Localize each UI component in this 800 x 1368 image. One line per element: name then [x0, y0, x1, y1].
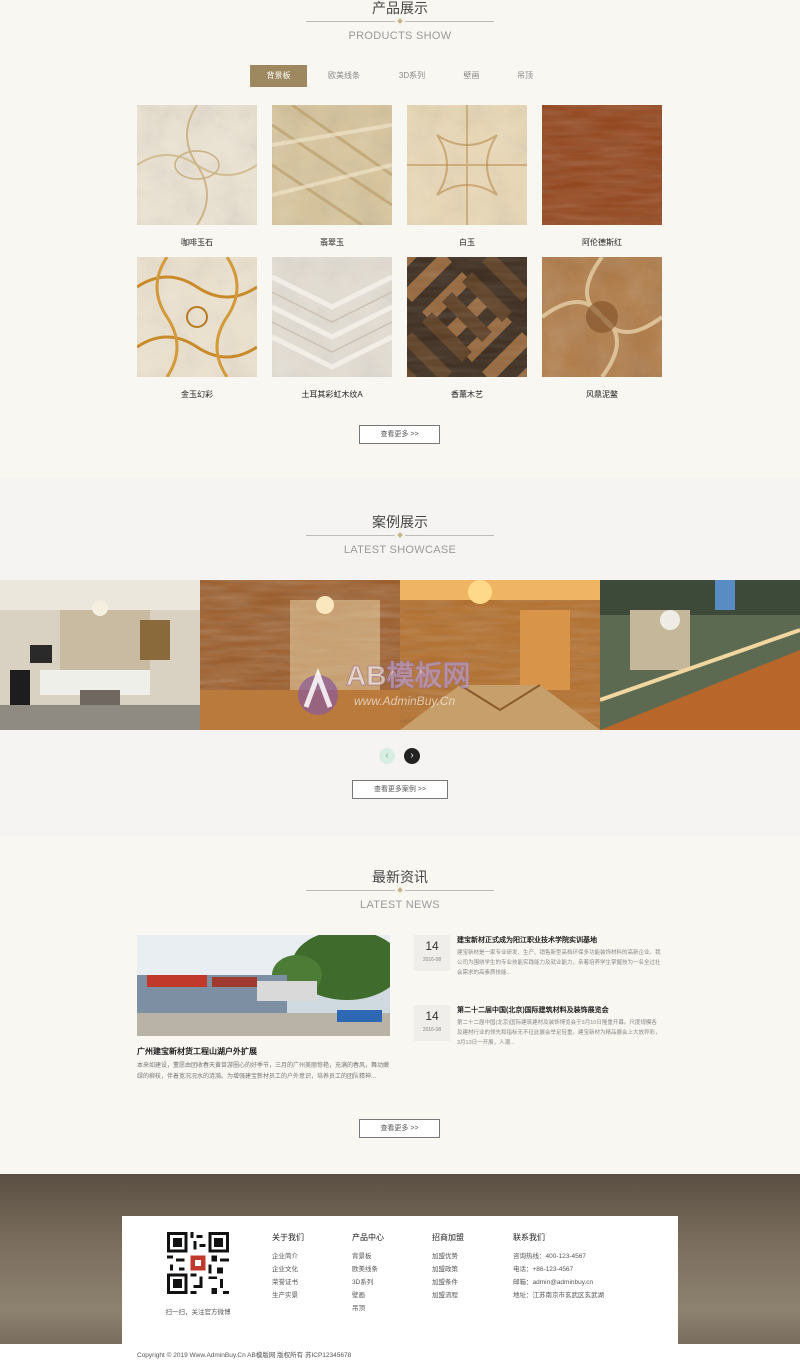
showcase-title-cn: 案例展示	[372, 514, 428, 530]
footer-col-products: 产品中心 背景板 欧美线条 3D系列 壁画 吊顶	[352, 1232, 384, 1315]
footer-link[interactable]: 加盟条件	[432, 1276, 464, 1289]
footer-link[interactable]: 壁画	[352, 1289, 384, 1302]
footer-link[interactable]: 企业文化	[272, 1263, 304, 1276]
news-day: 14	[425, 939, 439, 953]
tab-mural[interactable]: 壁画	[449, 65, 494, 87]
news-more-button[interactable]: 查看更多 >>	[359, 1119, 440, 1138]
tab-backdrop[interactable]: 背景板	[250, 65, 307, 87]
news-item-title[interactable]: 建宝新材正式成为阳江职业技术学院实训基地	[457, 935, 597, 945]
contact-email[interactable]: 邮箱：admin@adminbuy.cn	[513, 1276, 604, 1289]
diamond-icon	[394, 15, 406, 27]
carousel-prev-arrow-icon[interactable]: ‹	[379, 748, 395, 764]
carousel-next-arrow-icon[interactable]: ›	[404, 748, 420, 764]
product-name: 金玉幻彩	[181, 390, 213, 399]
title-divider	[306, 884, 494, 896]
news-heading: 最新资讯 LATEST NEWS	[0, 869, 800, 911]
news-date: 14 2016-08	[414, 935, 450, 971]
case-image-showroom[interactable]	[600, 580, 800, 730]
footer-col-heading: 关于我们	[272, 1233, 304, 1242]
news-item-summary: 建宝新材是一家专业研发、生产、销售新型高档环保多功能装饰材料的高新企业。我公司为…	[457, 950, 661, 976]
product-image[interactable]	[407, 105, 527, 225]
showcase-heading: 案例展示 LATEST SHOWCASE	[0, 514, 800, 556]
footer-col-about: 关于我们 企业简介 企业文化 荣誉证书 生产实景	[272, 1232, 304, 1302]
qr-code-icon	[167, 1232, 229, 1294]
product-image[interactable]	[271, 103, 393, 227]
qr-caption: 扫一扫，关注官方微博	[165, 1309, 231, 1316]
footer-col-heading: 联系我们	[513, 1233, 545, 1242]
footer-link[interactable]: 欧美线条	[352, 1263, 384, 1276]
news-year-month: 2016-08	[422, 957, 442, 963]
product-card[interactable]: 土耳其彩虹木纹A	[270, 257, 394, 400]
product-card[interactable]: 风鼎泥鳖	[540, 255, 664, 400]
footer-link[interactable]: 企业简介	[272, 1250, 304, 1263]
product-name: 香薰木艺	[451, 390, 483, 399]
product-image[interactable]	[136, 104, 258, 226]
product-card[interactable]: 香薰木艺	[382, 232, 552, 402]
tab-ceiling[interactable]: 吊顶	[505, 65, 545, 87]
footer-link[interactable]: 吊顶	[352, 1302, 384, 1315]
product-card[interactable]: 翡翠玉	[271, 103, 393, 248]
news-day: 14	[425, 1009, 439, 1023]
product-card[interactable]: 咖啡玉石	[136, 104, 258, 248]
footer-col-contact: 联系我们 咨询热线：400-123-4567 电话：+86-123-4567 邮…	[513, 1232, 604, 1302]
news-title-en: LATEST NEWS	[360, 899, 440, 911]
case-image-living-room[interactable]	[0, 580, 200, 730]
product-card[interactable]: 金玉幻彩	[136, 256, 258, 400]
products-heading: 产品展示 PRODUCTS SHOW	[0, 0, 800, 42]
products-title-en: PRODUCTS SHOW	[348, 30, 452, 42]
news-main-photo[interactable]	[137, 935, 390, 1036]
product-card[interactable]: 阿伦德斯红	[542, 105, 662, 248]
product-name: 土耳其彩虹木纹A	[301, 390, 363, 399]
footer-col-franchise: 招商加盟 加盟优势 加盟政策 加盟条件 加盟流程	[432, 1232, 464, 1302]
product-image[interactable]	[382, 232, 552, 402]
footer-col-heading: 产品中心	[352, 1233, 384, 1242]
footer-link[interactable]: 3D系列	[352, 1276, 384, 1289]
watermark-subtext: www.AdminBuy.Cn	[354, 694, 455, 708]
showcase-title-en: LATEST SHOWCASE	[343, 544, 457, 556]
diamond-icon	[394, 884, 406, 896]
showcase-more-button[interactable]: 查看更多案例 >>	[352, 780, 448, 799]
watermark-logo: AB模板网 www.AdminBuy.Cn	[298, 660, 471, 715]
product-card[interactable]: 白玉	[407, 105, 527, 248]
product-image[interactable]	[542, 105, 662, 225]
footer-link[interactable]: 生产实景	[272, 1289, 304, 1302]
news-title-cn: 最新资讯	[372, 869, 428, 885]
products-title-cn: 产品展示	[372, 0, 428, 16]
news-date: 14 2016-08	[414, 1005, 450, 1041]
title-divider	[306, 15, 494, 27]
footer-link[interactable]: 加盟政策	[432, 1263, 464, 1276]
products-more-button[interactable]: 查看更多 >>	[359, 425, 440, 444]
contact-phone: 电话：+86-123-4567	[513, 1266, 574, 1273]
footer-link[interactable]: 加盟优势	[432, 1250, 464, 1263]
watermark-text: AB模板网	[346, 660, 470, 691]
product-tabs: 背景板 欧美线条 3D系列 壁画 吊顶	[250, 65, 550, 87]
tab-european-lines[interactable]: 欧美线条	[318, 65, 370, 87]
footer-col-heading: 招商加盟	[432, 1233, 464, 1242]
news-year-month: 2016-08	[422, 1027, 442, 1033]
contact-address: 地址：江苏南京市玄武区玄武湖	[513, 1292, 604, 1299]
tab-3d-series[interactable]: 3D系列	[386, 65, 438, 87]
product-image[interactable]	[270, 257, 394, 377]
contact-hotline: 咨询热线：400-123-4567	[513, 1253, 586, 1260]
news-main-title[interactable]: 广州建宝新材货工程山湖户外扩展	[137, 1046, 257, 1057]
product-name: 白玉	[459, 238, 475, 247]
footer-link[interactable]: 加盟流程	[432, 1289, 464, 1302]
footer-link[interactable]: 背景板	[352, 1250, 384, 1263]
product-name: 阿伦德斯红	[582, 238, 622, 247]
title-divider	[306, 529, 494, 541]
product-name: 风鼎泥鳖	[586, 390, 618, 399]
product-image[interactable]	[136, 256, 258, 378]
news-item-summary: 第二十二届中国(北京)国际建筑建材及装饰博览会于3月10日隆重开幕。尺度规模各及…	[457, 1020, 661, 1046]
product-name: 咖啡玉石	[181, 238, 213, 247]
news-item-title[interactable]: 第二十二届中国(北京)国际建筑材料及装饰展览会	[457, 1005, 609, 1015]
product-image[interactable]	[540, 255, 664, 379]
footer-panel: 扫一扫，关注官方微博 关于我们 企业简介 企业文化 荣誉证书 生产实景 产品中心…	[122, 1216, 678, 1344]
copyright: Copyright © 2019 Www.AdminBuy.Cn AB模版网 版…	[0, 1344, 800, 1368]
news-main-desc: 本来如建设，董愿由团收春天黄苗游圈心的好季节，三月的广州美丽惊艳，充满的春风，舞…	[137, 1063, 390, 1080]
product-name: 翡翠玉	[320, 238, 344, 247]
diamond-icon	[394, 529, 406, 541]
footer-link[interactable]: 荣誉证书	[272, 1276, 304, 1289]
